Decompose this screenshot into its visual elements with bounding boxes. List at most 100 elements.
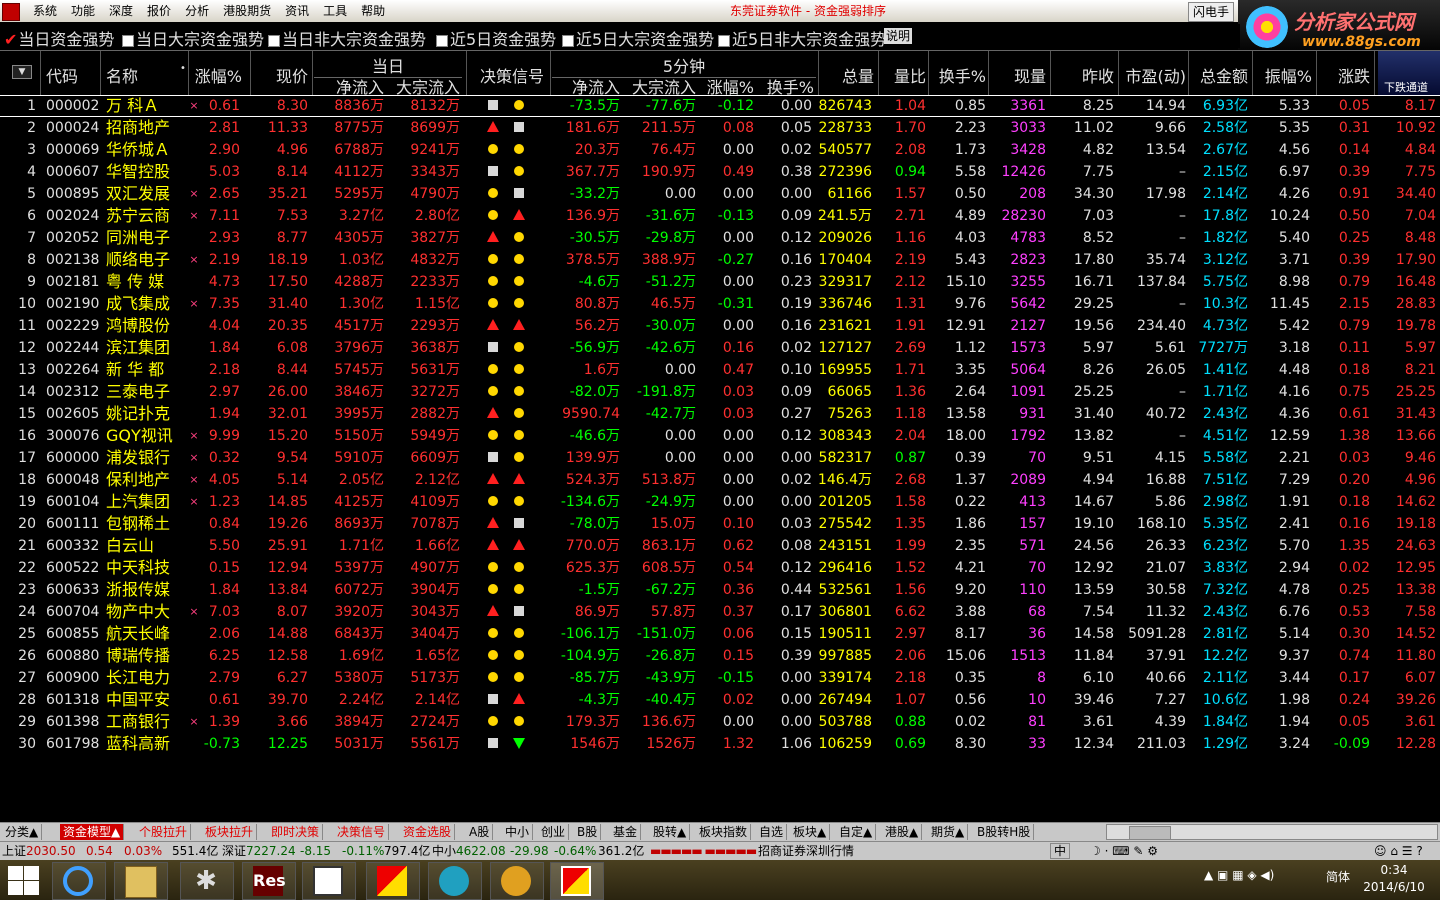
col-amount[interactable]: 总金额 [1190,63,1248,87]
col-turn[interactable]: 换手% [930,63,986,87]
table-row[interactable]: 27 600900 长江电力 2.79 6.27 5380万 5173万 -85.7万 -43.… [0,667,1440,689]
table-row[interactable]: 10 002190 成飞集成 × 7.35 31.40 1.30亿 1.15亿 80.8万 46.… [0,293,1440,315]
table-row[interactable]: 29 601398 工商银行 × 1.39 3.66 3894万 2724万 179.3万 136… [0,711,1440,733]
col-chg[interactable]: 涨幅% [192,63,242,87]
table-row[interactable]: 22 600522 中天科技 0.15 12.94 5397万 4907万 625.3万 608… [0,557,1440,579]
tab-0[interactable]: 分类▲ [2,824,43,840]
col-vol[interactable]: 总量 [820,63,874,87]
checkbox-icon[interactable] [562,34,574,47]
table-row[interactable]: 8 002138 顺络电子 × 2.19 18.19 1.03亿 4832万 378.5万 388… [0,249,1440,271]
checkbox-icon[interactable] [122,34,134,47]
taskbar-res-icon[interactable]: Res [242,862,296,900]
menu-item[interactable]: 工具 [316,2,354,20]
table-row[interactable]: 2 000024 招商地产 2.81 11.33 8775万 8699万 181.6万 211.… [0,117,1440,139]
filter-option[interactable]: 近5日资金强势 [436,26,556,50]
table-row[interactable]: 15 002605 姚记扑克 1.94 32.01 3995万 2882万 9590.74 -4… [0,403,1440,425]
tab-4[interactable]: 即时决策 [268,824,324,840]
table-row[interactable]: 11 002229 鸿博股份 4.04 20.35 4517万 2293万 56.2万 -30.… [0,315,1440,337]
tray-clock[interactable]: 0:34 2014/6/10 [1352,862,1436,896]
tab-18[interactable]: 期货▲ [928,824,969,840]
table-row[interactable]: 30 601798 蓝科高新 -0.73 12.25 5031万 5561万 1546万 152… [0,733,1440,755]
menu-item[interactable]: 报价 [140,2,178,20]
col-prev[interactable]: 昨收 [1060,63,1114,87]
filter-option[interactable]: 当日非大宗资金强势 [268,26,426,50]
checkbox-icon[interactable] [718,34,730,47]
table-row[interactable]: 25 600855 航天长峰 2.06 14.88 6843万 3404万 -106.1万 -1… [0,623,1440,645]
menu-item[interactable]: 深度 [102,2,140,20]
filter-option[interactable]: 近5日大宗资金强势 [562,26,714,50]
table-row[interactable]: 28 601318 中国平安 0.61 39.70 2.24亿 2.14亿 -4.3万 -40.… [0,689,1440,711]
table-row[interactable]: 14 002312 三泰电子 2.97 26.00 3846万 3272万 -82.0万 -19… [0,381,1440,403]
menu-item[interactable]: 功能 [64,2,102,20]
checkbox-icon[interactable] [268,34,280,47]
table-row[interactable]: 23 600633 浙报传媒 1.84 13.84 6072万 3904万 -1.5万 -67.… [0,579,1440,601]
tab-13[interactable]: 板块指数 [696,824,752,840]
tab-11[interactable]: 基金 [610,824,642,840]
checkbox-icon[interactable] [436,34,448,47]
ime-tools-icon[interactable]: ☽ · ⌨ ✎ ⚙ [1090,842,1158,860]
tab-10[interactable]: B股 [574,824,602,840]
explain-button[interactable]: 说明 [884,28,913,44]
tray-language[interactable]: 简体 [1326,868,1350,885]
tab-8[interactable]: 中小 [502,824,534,840]
horizontal-scrollbar[interactable] [1106,824,1438,840]
tab-14[interactable]: 自选 [756,824,788,840]
sort-dropdown-icon[interactable]: ▼ [12,65,32,79]
col-code[interactable]: 代码 [46,63,78,87]
col-amp[interactable]: 振幅% [1256,63,1312,87]
table-row[interactable]: 16 300076 GQY视讯 × 9.99 15.20 5150万 5949万 -46.6万 0… [0,425,1440,447]
flash-button[interactable]: 闪电手 [1188,2,1235,22]
menu-item[interactable]: 帮助 [354,2,392,20]
taskbar-media-icon[interactable] [428,862,482,900]
table-row[interactable]: 17 600000 浦发银行 × 0.32 9.54 5910万 6609万 139.9万 0.0… [0,447,1440,469]
table-row[interactable]: 20 600111 包钢稀土 0.84 19.26 8693万 7078万 -78.0万 15.… [0,513,1440,535]
table-row[interactable]: 21 600332 白云山 5.50 25.91 1.71亿 1.66亿 770.0万 863.… [0,535,1440,557]
tab-9[interactable]: 创业 [538,824,570,840]
col-price[interactable]: 现价 [256,63,308,87]
table-row[interactable]: 26 600880 博瑞传播 6.25 12.58 1.69亿 1.65亿 -104.9万 -2… [0,645,1440,667]
col-cur[interactable]: 现量 [990,63,1046,87]
menu-item[interactable]: 系统 [26,2,64,20]
tab-17[interactable]: 港股▲ [882,824,923,840]
tab-15[interactable]: 板块▲ [790,824,831,840]
table-row[interactable]: 13 002264 新 华 都 2.18 8.44 5745万 5631万 1.6万 0.00 0… [0,359,1440,381]
ime-indicator[interactable]: 中 [1050,843,1071,859]
taskbar-analyst-icon[interactable] [550,862,604,900]
col-name[interactable]: 名称 [106,63,138,87]
tab-6[interactable]: 资金选股 [400,824,456,840]
checkmark-icon[interactable]: ✔ [4,30,17,49]
col-diff[interactable]: 涨跌 [1320,63,1370,87]
col-ratio[interactable]: 量比 [880,63,926,87]
filter-option[interactable]: 当日大宗资金强势 [122,26,264,50]
filter-option[interactable]: 近5日非大宗资金强势 [718,26,886,50]
tab-16[interactable]: 自定▲ [836,824,877,840]
table-row[interactable]: 6 002024 苏宁云商 × 7.11 7.53 3.27亿 2.80亿 136.9万 -31.… [0,205,1440,227]
scroll-thumb[interactable] [1129,826,1171,840]
table-row[interactable]: 12 002244 滨江集团 1.84 6.08 3796万 3638万 -56.9万 -42.… [0,337,1440,359]
taskbar-tool-icon[interactable]: ✱ [180,862,234,900]
tab-2[interactable]: 个股拉升 [136,824,192,840]
tab-5[interactable]: 决策信号 [334,824,390,840]
taskbar-window-icon[interactable] [302,862,356,900]
taskbar-ie-icon[interactable] [52,862,106,900]
table-row[interactable]: 19 600104 上汽集团 × 1.23 14.85 4125万 4109万 -134.6万 -… [0,491,1440,513]
tray-icons[interactable]: ▲ ▣ ▦ ◈ ◀) [1204,868,1274,882]
taskbar-fx-icon[interactable] [490,862,544,900]
tab-1[interactable]: 资金模型▲ [60,824,125,840]
status-tools-icon[interactable]: ☺ ⌂ ☰ ? [1374,842,1423,860]
start-button-icon[interactable] [6,864,40,896]
menu-item[interactable]: 资讯 [278,2,316,20]
tab-19[interactable]: B股转H股 [974,824,1035,840]
tab-3[interactable]: 板块拉升 [202,824,258,840]
table-row[interactable]: 5 000895 双汇发展 × 2.65 35.21 5295万 4790万 -33.2万 0.0… [0,183,1440,205]
taskbar-stock-app-icon[interactable] [366,862,420,900]
menu-item[interactable]: 分析 [178,2,216,20]
table-row[interactable]: 7 002052 同洲电子 2.93 8.77 4305万 3827万 -30.5万 -29.8… [0,227,1440,249]
table-row[interactable]: 24 600704 物产中大 × 7.03 8.07 3920万 3043万 86.9万 57.8… [0,601,1440,623]
menu-item[interactable]: 港股期货 [216,2,278,20]
table-row[interactable]: 9 002181 粤 传 媒 4.73 17.50 4288万 2233万 -4.6万 -51.… [0,271,1440,293]
taskbar-explorer-icon[interactable] [114,862,168,900]
col-pe[interactable]: 市盈(动) [1120,63,1187,87]
table-row[interactable]: 3 000069 华侨城Ａ 2.90 4.96 6788万 9241万 20.3万 76.4万 0… [0,139,1440,161]
filter-option[interactable]: ✔当日资金强势 [4,26,114,50]
